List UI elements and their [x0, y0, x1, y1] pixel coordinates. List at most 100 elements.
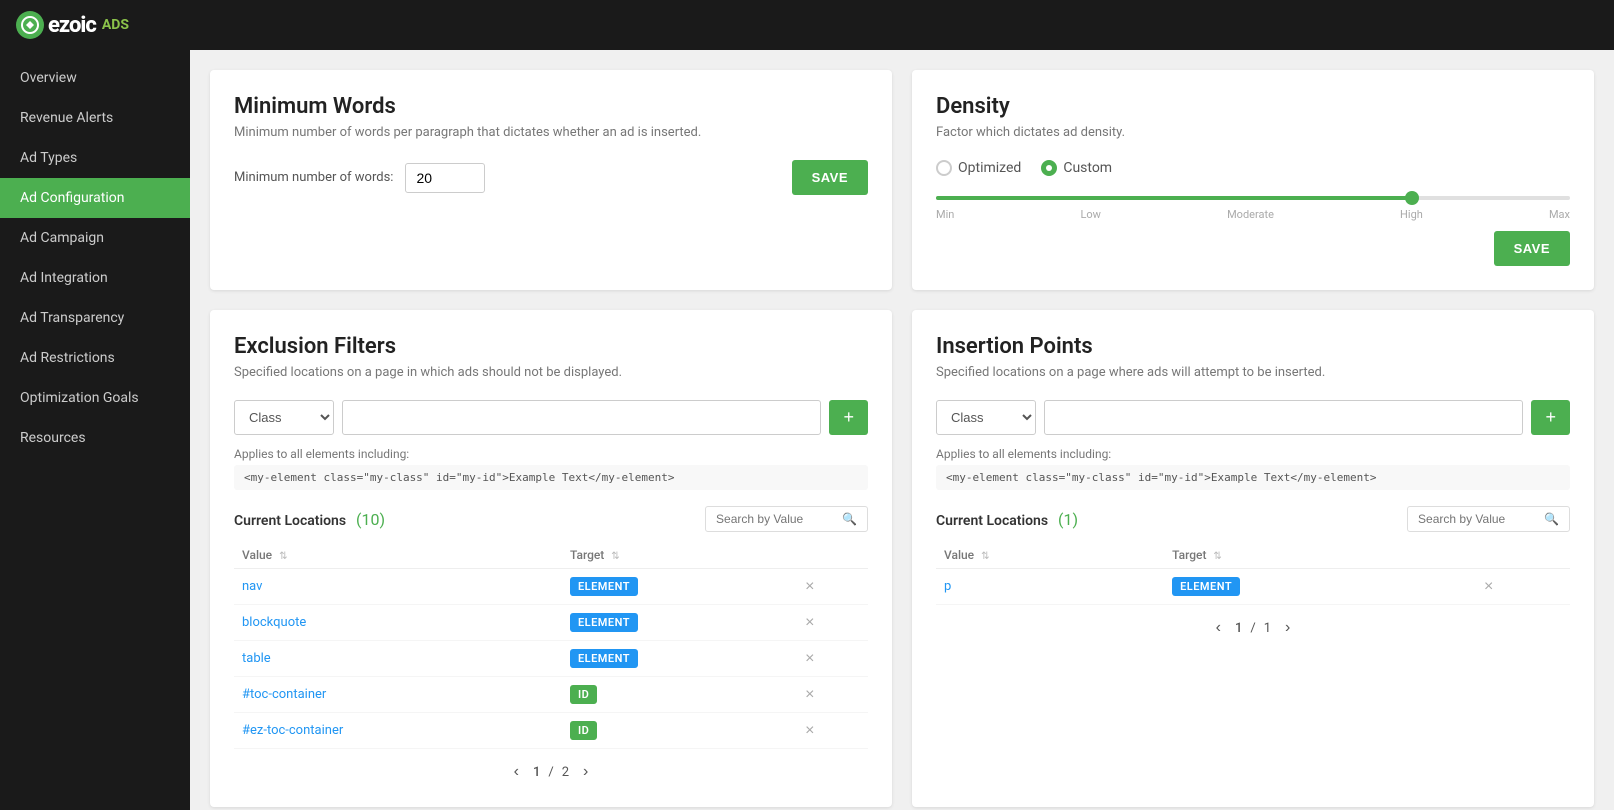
- insertion-page-prev[interactable]: ‹: [1210, 617, 1227, 639]
- exclusion-sort-icon[interactable]: ⇅: [279, 551, 287, 562]
- density-slider-thumb[interactable]: [1405, 191, 1419, 205]
- insertion-filter-add-button[interactable]: +: [1531, 400, 1570, 435]
- minimum-words-desc: Minimum number of words per paragraph th…: [234, 125, 868, 140]
- insertion-sort-icon[interactable]: ⇅: [981, 551, 989, 562]
- exclusion-row-remove: ×: [797, 569, 868, 605]
- exclusion-value-link[interactable]: #toc-container: [242, 687, 326, 702]
- density-custom-option[interactable]: Custom: [1041, 160, 1112, 176]
- exclusion-value-link[interactable]: blockquote: [242, 615, 306, 630]
- exclusion-remove-button[interactable]: ×: [805, 650, 814, 668]
- insertion-row-remove: ×: [1476, 569, 1570, 605]
- insertion-points-desc: Specified locations on a page where ads …: [936, 365, 1570, 380]
- exclusion-remove-button[interactable]: ×: [805, 686, 814, 704]
- sidebar-item-ad-transparency[interactable]: Ad Transparency: [0, 298, 190, 338]
- insertion-value-link[interactable]: p: [944, 579, 951, 594]
- exclusion-value-link[interactable]: #ez-toc-container: [242, 723, 343, 738]
- density-custom-label: Custom: [1063, 160, 1112, 176]
- insertion-col-actions: [1476, 542, 1570, 569]
- exclusion-row-remove: ×: [797, 677, 868, 713]
- exclusion-search-input[interactable]: [716, 512, 836, 526]
- exclusion-page-next[interactable]: ›: [577, 761, 594, 783]
- insertion-search-box[interactable]: 🔍: [1407, 506, 1570, 532]
- insertion-page-next[interactable]: ›: [1279, 617, 1296, 639]
- exclusion-target-sort-icon[interactable]: ⇅: [611, 551, 619, 562]
- insertion-remove-button[interactable]: ×: [1484, 578, 1493, 596]
- exclusion-row-value: nav: [234, 569, 562, 605]
- insertion-locations-title: Current Locations: [936, 513, 1048, 529]
- exclusion-remove-button[interactable]: ×: [805, 614, 814, 632]
- sidebar-item-optimization-goals[interactable]: Optimization Goals: [0, 378, 190, 418]
- minimum-words-input[interactable]: [405, 163, 485, 193]
- slider-label-low: Low: [1080, 208, 1100, 221]
- density-custom-radio[interactable]: [1041, 160, 1057, 176]
- slider-label-high: High: [1400, 208, 1423, 221]
- insertion-row-target: ELEMENT: [1164, 569, 1476, 605]
- sidebar-item-revenue-alerts[interactable]: Revenue Alerts: [0, 98, 190, 138]
- exclusion-value-link[interactable]: table: [242, 651, 271, 666]
- exclusion-page-prev[interactable]: ‹: [508, 761, 525, 783]
- density-card: Density Factor which dictates ad density…: [912, 70, 1594, 290]
- insertion-search-input[interactable]: [1418, 512, 1538, 526]
- insertion-filter-select[interactable]: Class: [936, 400, 1036, 435]
- exclusion-row-remove: ×: [797, 605, 868, 641]
- exclusion-page-current: 1: [533, 765, 540, 780]
- exclusion-filter-select[interactable]: Class: [234, 400, 334, 435]
- insertion-filter-input[interactable]: [1044, 400, 1523, 435]
- header: ezoic ADS: [0, 0, 1614, 50]
- insertion-locations-header: Current Locations (1) 🔍: [936, 506, 1570, 532]
- minimum-words-save-button[interactable]: SAVE: [792, 160, 868, 195]
- insertion-row-value: p: [936, 569, 1164, 605]
- density-desc: Factor which dictates ad density.: [936, 125, 1570, 140]
- density-optimized-radio[interactable]: [936, 160, 952, 176]
- exclusion-target-badge: ELEMENT: [570, 577, 638, 596]
- exclusion-row-remove: ×: [797, 713, 868, 749]
- exclusion-row-value: table: [234, 641, 562, 677]
- density-save-row: SAVE: [936, 231, 1570, 266]
- exclusion-row-target: ELEMENT: [562, 569, 797, 605]
- exclusion-locations-title: Current Locations: [234, 513, 346, 529]
- insertion-target-sort-icon[interactable]: ⇅: [1213, 551, 1221, 562]
- logo: ezoic ADS: [16, 11, 129, 39]
- exclusion-row-value: #ez-toc-container: [234, 713, 562, 749]
- exclusion-filter-add-button[interactable]: +: [829, 400, 868, 435]
- exclusion-row-target: ELEMENT: [562, 605, 797, 641]
- sidebar-item-ad-configuration[interactable]: Ad Configuration: [0, 178, 190, 218]
- exclusion-target-badge: ELEMENT: [570, 649, 638, 668]
- logo-wordmark: ezoic: [48, 13, 96, 38]
- exclusion-remove-button[interactable]: ×: [805, 722, 814, 740]
- exclusion-filters-title: Exclusion Filters: [234, 334, 868, 359]
- content-grid: Minimum Words Minimum number of words pe…: [210, 70, 1594, 807]
- exclusion-filter-input[interactable]: [342, 400, 821, 435]
- sidebar-item-overview[interactable]: Overview: [0, 58, 190, 98]
- sidebar-item-resources[interactable]: Resources: [0, 418, 190, 458]
- density-slider-labels: Min Low Moderate High Max: [936, 208, 1570, 221]
- exclusion-table-row: #toc-container ID ×: [234, 677, 868, 713]
- exclusion-search-box[interactable]: 🔍: [705, 506, 868, 532]
- exclusion-target-badge: ID: [570, 721, 597, 740]
- main-content: Minimum Words Minimum number of words pe…: [190, 50, 1614, 810]
- sidebar-item-ad-campaign[interactable]: Ad Campaign: [0, 218, 190, 258]
- minimum-words-title: Minimum Words: [234, 94, 868, 119]
- density-slider-fill: [936, 196, 1412, 200]
- exclusion-remove-button[interactable]: ×: [805, 578, 814, 596]
- slider-label-max: Max: [1549, 208, 1570, 221]
- insertion-locations-count: (1): [1058, 510, 1078, 529]
- minimum-words-label: Minimum number of words:: [234, 170, 393, 185]
- exclusion-row-target: ELEMENT: [562, 641, 797, 677]
- exclusion-page-total: 2: [562, 765, 569, 780]
- exclusion-value-link[interactable]: nav: [242, 579, 262, 594]
- exclusion-locations-count: (10): [356, 510, 385, 529]
- sidebar-item-ad-restrictions[interactable]: Ad Restrictions: [0, 338, 190, 378]
- insertion-col-target: Target ⇅: [1164, 542, 1476, 569]
- density-save-button[interactable]: SAVE: [1494, 231, 1570, 266]
- density-slider-track: [936, 196, 1570, 200]
- sidebar-item-ad-types[interactable]: Ad Types: [0, 138, 190, 178]
- exclusion-row-value: #toc-container: [234, 677, 562, 713]
- logo-ads: ADS: [102, 17, 129, 33]
- density-optimized-option[interactable]: Optimized: [936, 160, 1021, 176]
- exclusion-col-actions: [797, 542, 868, 569]
- sidebar-item-ad-integration[interactable]: Ad Integration: [0, 258, 190, 298]
- slider-label-min: Min: [936, 208, 954, 221]
- sidebar: Overview Revenue Alerts Ad Types Ad Conf…: [0, 50, 190, 810]
- exclusion-pagination: ‹ 1 / 2 ›: [234, 761, 868, 783]
